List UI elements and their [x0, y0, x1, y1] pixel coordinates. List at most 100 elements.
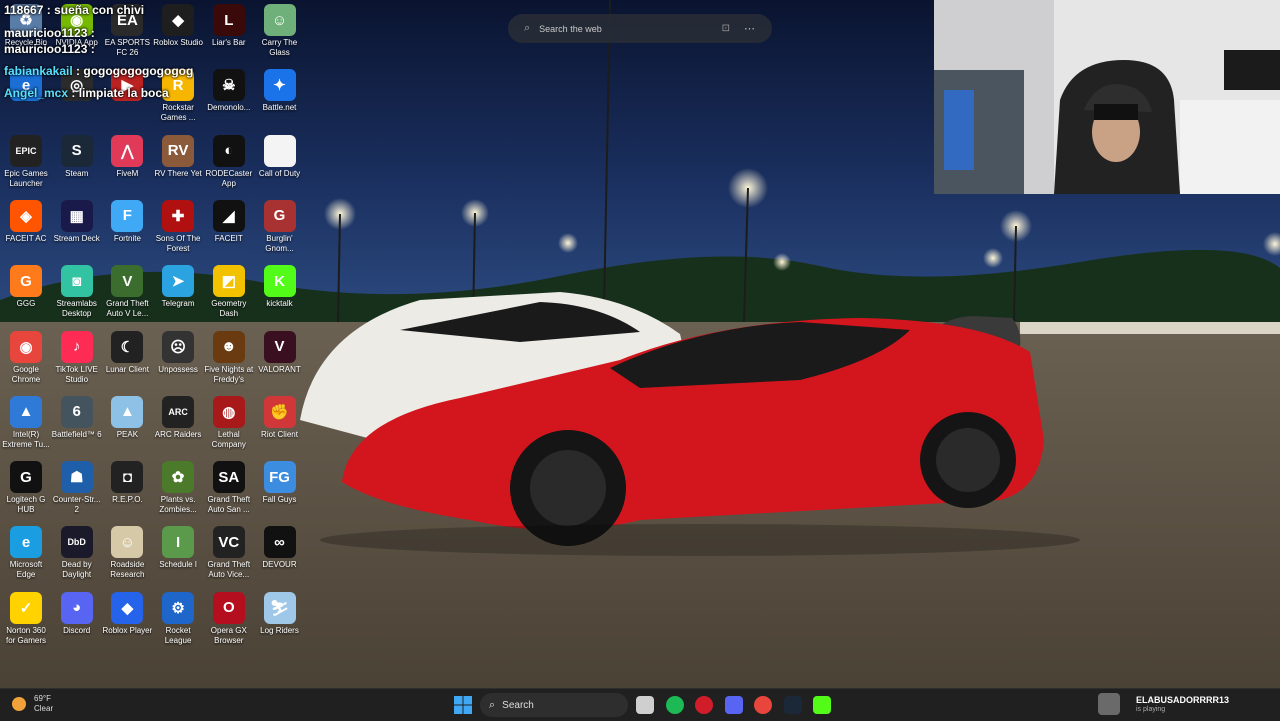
desktop-icon[interactable]: F Fortnite: [102, 199, 152, 244]
desktop-icon[interactable]: ✿ Plants vs. Zombies...: [153, 461, 203, 515]
desktop-icon[interactable]: V Grand Theft Auto V Le...: [102, 265, 152, 319]
desktop-icon[interactable]: ◍ Lethal Company: [204, 395, 254, 450]
desktop-icon-label: Lunar Client: [105, 364, 149, 374]
weather-widget[interactable]: 69°F Clear: [12, 694, 53, 714]
desktop-icon[interactable]: S Steam: [52, 134, 102, 179]
desktop-icon[interactable]: ▲ Intel(R) Extreme Tu...: [1, 395, 51, 450]
desktop-icon-label: FiveM: [116, 168, 139, 178]
chrome-icon[interactable]: [754, 696, 772, 714]
desktop-icon[interactable]: I Schedule I: [153, 526, 203, 570]
desktop-icon[interactable]: EPIC Epic Games Launcher: [1, 134, 51, 189]
desktop-icon[interactable]: ☺ Roadside Research: [102, 526, 152, 580]
desktop-icon[interactable]: ◕ Discord: [52, 591, 102, 636]
desktop-icon[interactable]: ➤ Telegram: [153, 265, 203, 309]
desktop-icon[interactable]: G Logitech G HUB: [1, 461, 51, 515]
desktop-icon[interactable]: ∞ DEVOUR: [255, 526, 305, 570]
task-view-icon[interactable]: [636, 696, 654, 714]
lethal-company-icon: ◍: [212, 395, 245, 428]
desktop-icon[interactable]: G GGG: [1, 265, 51, 309]
stream-chat-overlay: 118667 : sueña con chivi mauricioo1123 :…: [4, 2, 344, 101]
desktop-icon[interactable]: O Opera GX Browser: [204, 591, 254, 646]
desktop-icon[interactable]: DbD Dead by Daylight: [52, 526, 102, 580]
desktop-icon[interactable]: ◉ Google Chrome: [1, 330, 51, 385]
desktop-icon-label: Five Nights at Freddy's: [204, 364, 254, 384]
desktop-icon[interactable]: ♪ TikTok LIVE Studio: [52, 330, 102, 385]
desktop-icon-label: R.E.P.O.: [112, 495, 143, 505]
desktop-icon[interactable]: ARC ARC Raiders: [153, 395, 203, 440]
desktop-icon[interactable]: ☹ Unpossess: [153, 330, 203, 375]
kick-icon[interactable]: [813, 696, 831, 714]
desktop-icon-label: Battle.net: [262, 103, 297, 113]
desktop-icon[interactable]: ▲ PEAK: [102, 395, 152, 440]
log-riders-icon: ⛷: [263, 591, 296, 624]
desktop-icon-label: Stream Deck: [53, 233, 100, 243]
desktop-icon-label: Demonolo...: [207, 103, 251, 113]
search-icon: ⌕: [524, 22, 531, 34]
desktop-icon-label: RV There Yet: [154, 168, 202, 178]
desktop-icon-label: Sons Of The Forest: [155, 233, 201, 253]
desktop-icon[interactable]: e Microsoft Edge: [1, 526, 51, 580]
telegram-icon: ➤: [162, 265, 195, 298]
desktop-icon[interactable]: ◆ Roblox Player: [102, 591, 152, 636]
desktop-icon[interactable]: ◢ FACEIT: [204, 199, 254, 244]
desktop-icon[interactable]: RV RV There Yet: [153, 134, 203, 179]
desktop-icon[interactable]: ☻ Five Nights at Freddy's: [204, 330, 254, 385]
more-options-icon[interactable]: ⋯: [744, 22, 756, 35]
chat-username: fabiankakail: [4, 64, 73, 78]
desktop-icon[interactable]: ◙ Streamlabs Desktop: [52, 265, 102, 319]
desktop-icon[interactable]: VC Grand Theft Auto Vice...: [204, 526, 254, 580]
desktop-icon[interactable]: Call of Duty: [255, 134, 305, 179]
steam-icon[interactable]: [783, 696, 802, 714]
desktop-icon[interactable]: ⛷ Log Riders: [255, 591, 305, 636]
desktop-icon[interactable]: SA Grand Theft Auto San ...: [204, 461, 254, 515]
desktop-icon-label: FACEIT: [214, 233, 243, 243]
unpossess-icon: ☹: [162, 330, 195, 363]
chat-message: mauricioo1123 :: [4, 41, 344, 57]
desktop-icon-label: Rocket League: [164, 625, 192, 645]
desktop-icon[interactable]: ✊ Riot Client: [255, 395, 305, 440]
chat-text: : limpiate la boca: [71, 86, 169, 100]
chat-message: mauricioo1123 :: [4, 25, 344, 41]
arc-raiders-icon: ARC: [162, 395, 195, 428]
desktop-icon-label: GGG: [16, 299, 36, 309]
desktop-icon[interactable]: V VALORANT: [255, 330, 305, 375]
chat-username: Angel_mcx: [4, 86, 69, 100]
stream-deck-icon: ▦: [60, 199, 93, 232]
desktop-icon-label: Burglin' Gnom...: [265, 233, 294, 253]
desktop-icon[interactable]: ✚ Sons Of The Forest: [153, 199, 203, 254]
now-playing-widget[interactable]: ELABUSADORRRR13 is playing: [1098, 693, 1229, 715]
kicktalk-icon: K: [263, 265, 296, 298]
desktop-icon[interactable]: ▦ Stream Deck: [52, 199, 102, 244]
chat-text: :: [90, 26, 95, 40]
desktop-icon[interactable]: ⚙ Rocket League: [153, 591, 203, 646]
web-search-widget[interactable]: ⌕ Search the web ⊡ ⋯: [508, 14, 772, 43]
desktop-icon[interactable]: ◈ FACEIT AC: [1, 199, 51, 244]
desktop-icon[interactable]: ⋀ FiveM: [102, 134, 152, 179]
tiktok-live-icon: ♪: [60, 330, 93, 363]
desktop-icon-label: Fortnite: [113, 233, 141, 243]
desktop-icon[interactable]: FG Fall Guys: [255, 461, 305, 505]
taskbar-search[interactable]: ⌕ Search: [480, 693, 628, 717]
chat-text: : gogogogogogogog: [76, 64, 194, 78]
desktop-icon[interactable]: ◐ RODECaster App: [204, 134, 254, 189]
desktop-icon-label: Streamlabs Desktop: [56, 299, 97, 319]
desktop-icon[interactable]: ◩ Geometry Dash: [204, 265, 254, 319]
desktop-icon-label: Geometry Dash: [211, 299, 247, 319]
opera-gx-icon[interactable]: [695, 696, 713, 714]
desktop-icon[interactable]: ☾ Lunar Client: [102, 330, 152, 375]
windows-start-icon[interactable]: [454, 696, 472, 714]
desktop-icon-label: Epic Games Launcher: [4, 168, 48, 188]
spotify-icon[interactable]: [665, 696, 684, 714]
desktop-icon[interactable]: G Burglin' Gnom...: [255, 199, 305, 254]
discord-icon[interactable]: [724, 696, 743, 714]
desktop-icon[interactable]: ◘ R.E.P.O.: [102, 461, 152, 505]
desktop-icon-label: Fall Guys: [262, 495, 297, 505]
desktop-icon-label: Log Riders: [260, 625, 299, 635]
chat-username: mauricioo1123: [4, 26, 88, 40]
desktop-icon[interactable]: Kkicktalk: [255, 265, 305, 309]
desktop-icon[interactable]: ☗ Counter-Str... 2: [52, 461, 102, 515]
visual-search-icon[interactable]: ⊡: [722, 23, 730, 34]
desktop-icon[interactable]: ✓ Norton 360 for Gamers: [1, 591, 51, 646]
desktop-icon-label: FACEIT AC: [5, 233, 47, 243]
desktop-icon[interactable]: 6 Battlefield™ 6: [52, 395, 102, 440]
